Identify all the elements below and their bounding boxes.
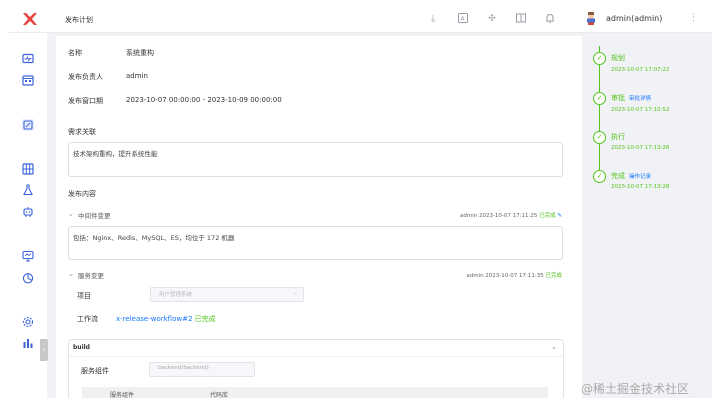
window-label: 发布窗口期 [68, 97, 103, 105]
sidebar-collapse-button[interactable]: › [40, 339, 48, 361]
release-plan-icon[interactable] [22, 119, 34, 131]
workflow-status: 已完成 [194, 315, 216, 323]
owner-label: 发布负责人 [68, 73, 103, 81]
requirement-text: 技术架构重构，提升系统性能 [73, 150, 158, 158]
chevron-down-icon[interactable]: ⌄ [68, 270, 74, 278]
svg-text:A: A [461, 16, 466, 23]
requirement-title: 需求关联 [68, 128, 96, 136]
service-change-header[interactable]: ⌄ 服务变更 admin 2023-10-07 17:11:35 已完成 [68, 270, 562, 282]
check-icon: ✓ [593, 170, 606, 183]
service-change-meta: admin 2023-10-07 17:11:35 已完成 [466, 271, 562, 279]
content-title: 发布内容 [68, 190, 96, 198]
name-value: 系统重构 [126, 49, 154, 57]
display-icon[interactable] [22, 250, 34, 262]
middleware-textarea[interactable]: 包括：Nginx、Redis、MySQL、ES，均位于 172 机器 [68, 226, 563, 260]
timeline-time: 2023-10-07 17:13:28 [611, 184, 670, 190]
translate-icon[interactable]: A [457, 13, 469, 25]
requirement-textarea[interactable]: 技术架构重构，提升系统性能 [68, 142, 563, 177]
project-select[interactable]: 用户管理系统 ⌄ [150, 287, 304, 302]
build-title: build [73, 344, 90, 351]
middleware-text: 包括：Nginx、Redis、MySQL、ES，均位于 172 机器 [73, 234, 235, 242]
top-bar: 发布计划 ⤓ A ✣ admin(admin) ⋮ [9, 6, 712, 33]
timeline-label: 规划 [611, 54, 625, 62]
calendar-icon[interactable] [22, 74, 34, 86]
user-name[interactable]: admin(admin) [606, 14, 662, 23]
component-label: 服务组件 [81, 367, 109, 375]
progress-timeline: ✓ 规划 2023-10-07 17:07:22 ✓ 审批 审批详情 2023-… [589, 36, 712, 236]
operation-log-link[interactable]: 操作记录 [629, 172, 651, 180]
sidebar: › [9, 33, 48, 398]
timeline-label: 完成 [611, 172, 625, 180]
release-detail-card: 名称 系统重构 发布负责人 admin 发布窗口期 2023-10-07 00:… [56, 36, 582, 398]
app-logo[interactable] [22, 12, 38, 26]
timeline-label: 审批 [611, 94, 625, 102]
build-header[interactable]: build ⌄ [69, 340, 563, 357]
bell-icon[interactable] [544, 13, 556, 25]
owner-value: admin [126, 72, 148, 80]
avatar[interactable] [585, 12, 597, 25]
column-repo: 代码库 [210, 392, 229, 398]
timeline-time: 2023-10-07 17:10:52 [611, 107, 670, 113]
service-change-title: 服务变更 [78, 272, 104, 280]
service-meta-text: admin 2023-10-07 17:11:35 [466, 273, 544, 279]
middleware-change-meta: admin 2023-10-07 17:11:25 已完成 ✎ [460, 211, 562, 219]
page-title: 发布计划 [65, 16, 93, 24]
chevron-down-icon[interactable]: ⌄ [551, 343, 557, 351]
watermark: @稀土掘金技术社区 [581, 382, 690, 396]
service-status: 已完成 [545, 273, 562, 279]
timeline-label: 执行 [611, 133, 625, 141]
component-select[interactable]: backend(backend) [149, 362, 255, 377]
check-icon: ✓ [593, 52, 606, 65]
monitor-icon[interactable] [22, 53, 34, 65]
settings-icon[interactable] [22, 316, 34, 328]
book-icon[interactable] [515, 13, 527, 25]
window-value: 2023-10-07 00:00:00 - 2023-10-09 00:00:0… [126, 96, 282, 104]
middleware-change-header[interactable]: ⌄ 中间件变更 admin 2023-10-07 17:11:25 已完成 ✎ [68, 210, 562, 222]
download-icon[interactable]: ⤓ [427, 13, 439, 25]
check-icon: ✓ [593, 92, 606, 105]
workflow-label: 工作流 [77, 315, 98, 323]
approval-detail-link[interactable]: 审批详情 [629, 94, 651, 102]
project-label: 项目 [77, 292, 91, 300]
middleware-status: 已完成 [539, 213, 556, 219]
timeline-time: 2023-10-07 17:07:22 [611, 67, 670, 73]
pie-chart-icon[interactable] [22, 272, 34, 284]
bar-chart-icon[interactable] [22, 337, 34, 349]
project-placeholder: 用户管理系统 [159, 292, 193, 298]
component-table-header: 服务组件 代码库 [82, 387, 548, 398]
chevron-down-icon[interactable]: ⌄ [68, 210, 74, 218]
name-label: 名称 [68, 49, 82, 57]
column-component: 服务组件 [110, 392, 135, 398]
workflow-info: x-release-workflow#2 已完成 [116, 314, 216, 324]
app-window: 发布计划 ⤓ A ✣ admin(admin) ⋮ › 名称 系统重构 发布负责… [9, 6, 712, 398]
check-icon: ✓ [593, 131, 606, 144]
chevron-down-icon: ⌄ [292, 289, 298, 296]
middleware-change-title: 中间件变更 [78, 212, 111, 220]
fullscreen-icon[interactable]: ✣ [486, 13, 498, 25]
component-value: backend(backend) [158, 365, 209, 371]
middleware-meta-text: admin 2023-10-07 17:11:25 [459, 213, 538, 219]
workflow-link[interactable]: x-release-workflow#2 [116, 315, 192, 323]
grid-icon[interactable] [22, 163, 34, 175]
timeline-time: 2023-10-07 17:13:26 [611, 145, 670, 151]
flask-icon[interactable] [22, 184, 34, 196]
robot-icon[interactable] [22, 206, 34, 218]
more-icon[interactable]: ⋮ [689, 13, 698, 23]
edit-icon[interactable]: ✎ [557, 213, 562, 219]
build-panel: build ⌄ 服务组件 backend(backend) 服务组件 代码库 [68, 339, 564, 398]
